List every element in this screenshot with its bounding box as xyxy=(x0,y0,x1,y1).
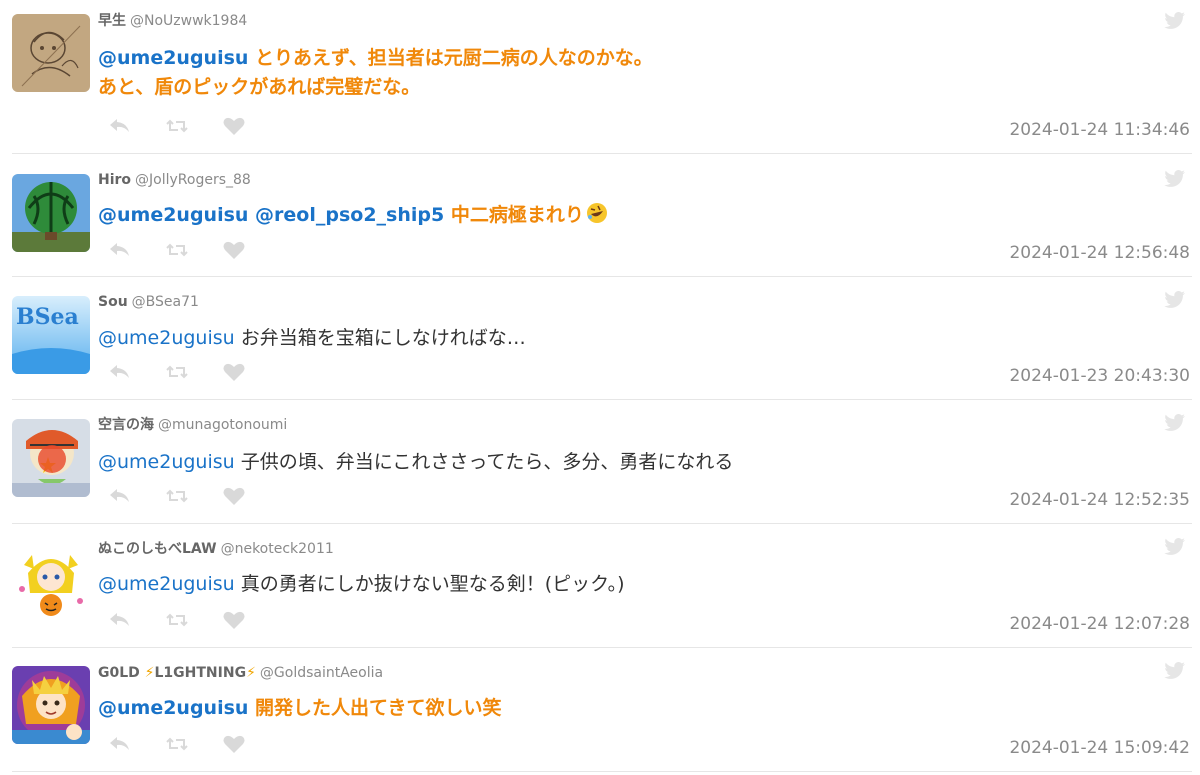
tweet-feed: 早生 @NoUzwwk1984 @ume2uguisu とりあえず、担当者は元厨二… xyxy=(0,0,1200,775)
reply-icon[interactable] xyxy=(108,486,132,506)
reply-icon[interactable] xyxy=(108,116,132,136)
user-name[interactable]: Sou xyxy=(98,294,128,310)
tweet-header: 早生 @NoUzwwk1984 xyxy=(98,12,247,30)
user-handle[interactable]: @nekoteck2011 xyxy=(221,541,334,557)
tweet-item: Hiro @JollyRogers_88 @ume2uguisu @reol_ps… xyxy=(0,154,1200,277)
tweet-timestamp[interactable]: 2024-01-24 15:09:42 xyxy=(1009,737,1190,759)
retweet-icon[interactable] xyxy=(165,610,189,630)
tweet-timestamp[interactable]: 2024-01-23 20:43:30 xyxy=(1009,365,1190,387)
retweet-icon[interactable] xyxy=(165,116,189,136)
reply-icon[interactable] xyxy=(108,362,132,382)
user-name[interactable]: ぬこのしもべLAW xyxy=(98,541,217,557)
mention-link[interactable]: @ume2uguisu xyxy=(98,451,235,473)
tweet-text-line: あと、盾のピックがあれば完璧だな。 xyxy=(98,76,421,98)
heart-icon[interactable] xyxy=(222,734,246,754)
tweet-header: G0LD ⚡L1GHTNING⚡ @GoldsaintAeolia xyxy=(98,664,383,682)
tweet-text-line: とりあえず、担当者は元厨二病の人なのかな。 xyxy=(248,47,653,69)
avatar[interactable] xyxy=(12,419,90,497)
twitter-bird-icon[interactable] xyxy=(1164,414,1186,432)
tweet-text: @ume2uguisu 子供の頃、弁当にこれささってたら、多分、勇者になれる xyxy=(98,448,733,477)
twitter-bird-icon[interactable] xyxy=(1164,170,1186,188)
twitter-bird-icon[interactable] xyxy=(1164,662,1186,680)
tweet-header: ぬこのしもべLAW @nekoteck2011 xyxy=(98,540,334,558)
mention-link[interactable]: @ume2uguisu xyxy=(98,327,235,349)
tweet-text: @ume2uguisu @reol_pso2_ship5 中二病極まれり xyxy=(98,201,608,230)
divider xyxy=(12,771,1192,772)
user-handle[interactable]: @munagotonoumi xyxy=(158,417,287,433)
avatar[interactable] xyxy=(12,14,90,92)
reply-icon[interactable] xyxy=(108,734,132,754)
heart-icon[interactable] xyxy=(222,240,246,260)
heart-icon[interactable] xyxy=(222,362,246,382)
user-handle[interactable]: @NoUzwwk1984 xyxy=(130,13,247,29)
twitter-bird-icon[interactable] xyxy=(1164,12,1186,30)
tweet-header: 空言の海 @munagotonoumi xyxy=(98,416,287,434)
heart-icon[interactable] xyxy=(222,610,246,630)
user-name[interactable]: G0LD ⚡L1GHTNING⚡ xyxy=(98,665,256,681)
watermelon-balloon-avatar-image xyxy=(12,174,90,252)
tweet-text-line: 中二病極まれり xyxy=(444,204,584,226)
retweet-icon[interactable] xyxy=(165,734,189,754)
lightning-icon: ⚡ xyxy=(246,665,256,681)
user-name[interactable]: Hiro xyxy=(98,172,131,188)
mention-link[interactable]: @ume2uguisu @reol_pso2_ship5 xyxy=(98,204,444,226)
tweet-text: @ume2uguisu とりあえず、担当者は元厨二病の人なのかな。 あと、盾のピ… xyxy=(98,44,653,102)
gold-saint-avatar-image xyxy=(12,666,90,744)
tweet-text-line: 子供の頃、弁当にこれささってたら、多分、勇者になれる xyxy=(234,451,734,473)
tweet-header: Sou @BSea71 xyxy=(98,293,199,311)
retweet-icon[interactable] xyxy=(165,240,189,260)
tweet-text-line: 開発した人出てきて欲しい笑 xyxy=(248,697,502,719)
retweet-icon[interactable] xyxy=(165,486,189,506)
mention-link[interactable]: @ume2uguisu xyxy=(98,697,248,719)
user-handle[interactable]: @GoldsaintAeolia xyxy=(260,665,383,681)
tweet-timestamp[interactable]: 2024-01-24 11:34:46 xyxy=(1009,119,1190,141)
heart-icon[interactable] xyxy=(222,486,246,506)
tweet-item: 空言の海 @munagotonoumi @ume2uguisu 子供の頃、弁当にこ… xyxy=(0,400,1200,524)
twitter-bird-icon[interactable] xyxy=(1164,291,1186,309)
tweet-text-line: 真の勇者にしか抜けない聖なる剣！(ピック。) xyxy=(234,573,625,595)
tweet-item: G0LD ⚡L1GHTNING⚡ @GoldsaintAeolia @ume2ug… xyxy=(0,648,1200,772)
twitter-bird-icon[interactable] xyxy=(1164,538,1186,556)
tweet-timestamp[interactable]: 2024-01-24 12:52:35 xyxy=(1009,489,1190,511)
tweet-text: @ume2uguisu 真の勇者にしか抜けない聖なる剣！(ピック。) xyxy=(98,570,625,599)
tweet-text: @ume2uguisu お弁当箱を宝箱にしなければな… xyxy=(98,324,526,353)
tweet-timestamp[interactable]: 2024-01-24 12:07:28 xyxy=(1009,613,1190,635)
tweet-item: ぬこのしもべLAW @nekoteck2011 @ume2uguisu 真の勇者に… xyxy=(0,524,1200,648)
sketch-avatar-image xyxy=(12,14,90,92)
tweet-text-line: お弁当箱を宝箱にしなければな… xyxy=(234,327,526,349)
tweet-item: BSea Sou @BSea71 @ume2uguisu お弁当箱を宝箱にしなけれ… xyxy=(0,277,1200,400)
tweet-item: 早生 @NoUzwwk1984 @ume2uguisu とりあえず、担当者は元厨二… xyxy=(0,0,1200,154)
avatar[interactable]: BSea xyxy=(12,296,90,374)
tweet-timestamp[interactable]: 2024-01-24 12:56:48 xyxy=(1009,242,1190,264)
user-handle[interactable]: @JollyRogers_88 xyxy=(135,172,251,188)
avatar[interactable] xyxy=(12,543,90,621)
bsea-logo-text: BSea xyxy=(16,304,79,330)
user-name-prefix: G0LD xyxy=(98,665,145,681)
user-name-mid: L1GHTNING xyxy=(154,665,247,681)
anime-girl-avatar-image xyxy=(12,543,90,621)
user-handle[interactable]: @BSea71 xyxy=(132,294,199,310)
lightning-icon: ⚡ xyxy=(144,665,155,681)
rolling-on-floor-laughing-emoji xyxy=(586,203,607,223)
retweet-icon[interactable] xyxy=(165,362,189,382)
drawing-character-avatar-image xyxy=(12,419,90,497)
mention-link[interactable]: @ume2uguisu xyxy=(98,573,235,595)
user-name[interactable]: 空言の海 xyxy=(98,417,154,433)
heart-icon[interactable] xyxy=(222,116,246,136)
avatar[interactable] xyxy=(12,666,90,744)
reply-icon[interactable] xyxy=(108,240,132,260)
avatar[interactable] xyxy=(12,174,90,252)
tweet-header: Hiro @JollyRogers_88 xyxy=(98,171,251,189)
tweet-text: @ume2uguisu 開発した人出てきて欲しい笑 xyxy=(98,694,501,723)
user-name[interactable]: 早生 xyxy=(98,13,126,29)
bsea-logo-avatar-image: BSea xyxy=(12,296,90,374)
mention-link[interactable]: @ume2uguisu xyxy=(98,47,248,69)
reply-icon[interactable] xyxy=(108,610,132,630)
